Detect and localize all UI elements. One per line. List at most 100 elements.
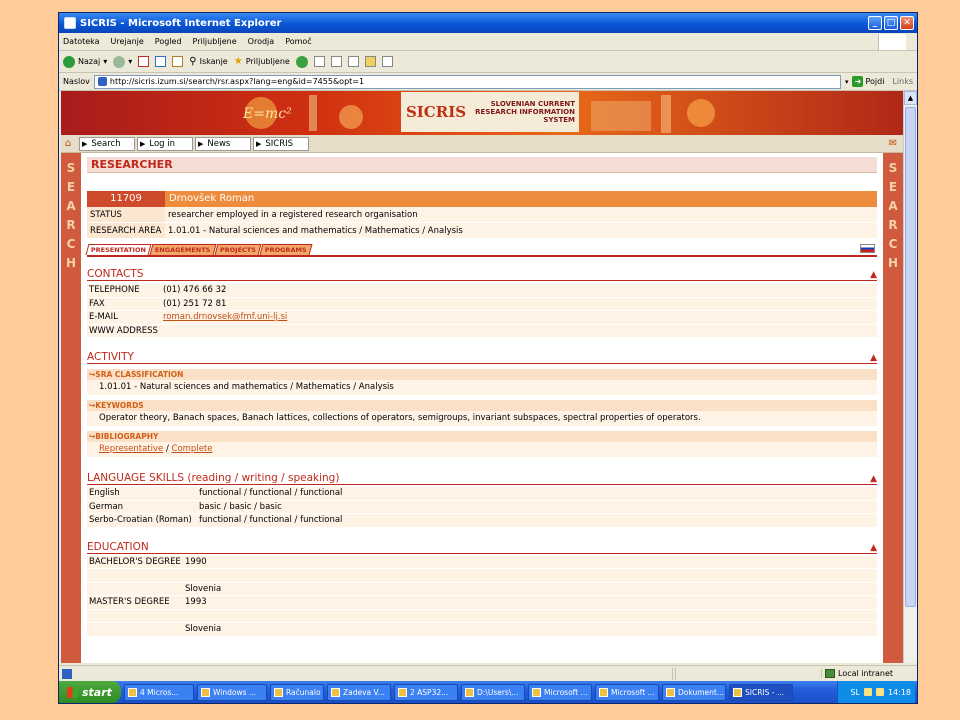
scroll-thumb[interactable]	[905, 107, 916, 607]
favorites-label: Priljubljene	[245, 57, 290, 66]
taskbar-item[interactable]: Dokument...	[662, 683, 726, 701]
messenger-icon[interactable]	[381, 56, 393, 67]
mail-icon[interactable]	[313, 56, 325, 67]
menu-view[interactable]: Pogled	[155, 37, 182, 46]
forward-button[interactable]: ▾	[113, 55, 132, 68]
degree-value: 1993	[185, 597, 207, 607]
taskbar-label: Microsoft ...	[544, 687, 588, 697]
app-icon	[331, 687, 340, 697]
app-icon	[201, 687, 210, 697]
menu-favorites[interactable]: Priljubljene	[193, 37, 237, 46]
menu-file[interactable]: Datoteka	[63, 37, 100, 46]
taskbar-item[interactable]: Zadeva V...	[327, 683, 391, 701]
start-button[interactable]: start	[59, 681, 121, 703]
menu-help[interactable]: Pomoč	[285, 37, 312, 46]
tab-presentation[interactable]: PRESENTATION	[85, 244, 152, 255]
tab-programs[interactable]: PROGRAMS	[259, 244, 312, 255]
menu-edit[interactable]: Urejanje	[111, 37, 144, 46]
start-label: start	[82, 685, 112, 699]
contact-key: WWW ADDRESS	[89, 325, 158, 336]
education-row: Slovenia	[87, 582, 877, 596]
menu-bar: Datoteka Urejanje Pogled Priljubljene Or…	[59, 33, 917, 51]
sidebar-letter: R	[888, 218, 898, 232]
app-icon	[666, 687, 675, 697]
forward-arrow-icon	[113, 55, 126, 68]
taskbar-item[interactable]: D:\Users\...	[461, 683, 525, 701]
print-icon[interactable]	[330, 56, 342, 67]
representative-link[interactable]: Representative	[99, 444, 163, 454]
language-name: German	[89, 501, 124, 512]
discuss-icon[interactable]	[364, 56, 376, 67]
windows-logo	[878, 33, 906, 50]
keywords-heading: ↪KEYWORDS	[87, 400, 877, 411]
page-done-icon	[62, 668, 72, 679]
search-sidebar-left[interactable]: S E A R C H	[61, 153, 81, 663]
sidebar-letter: H	[65, 256, 77, 270]
contact-key: E-MAIL	[89, 312, 118, 322]
science-collage-image: E=mc²	[242, 95, 363, 131]
taskbar-item[interactable]: 4 Micros...	[124, 683, 194, 701]
education-row	[87, 569, 877, 583]
up-arrow-icon[interactable]: ▲	[870, 541, 877, 555]
up-arrow-icon[interactable]: ▲	[870, 472, 877, 486]
history-icon[interactable]	[295, 55, 308, 68]
vertical-scrollbar[interactable]: ▲	[903, 91, 917, 663]
nav-sicris[interactable]: ▶ SICRIS	[253, 136, 309, 151]
taskbar-item-active[interactable]: SICRIS - ...	[729, 683, 793, 701]
activity-heading: ACTIVITY ▲	[87, 350, 877, 364]
star-icon: ★	[233, 56, 243, 67]
address-input[interactable]: http://sicris.izum.si/search/rsr.aspx?la…	[93, 74, 841, 89]
edit-icon[interactable]	[347, 56, 359, 67]
favorites-button[interactable]: ★ Priljubljene	[234, 56, 290, 67]
taskbar-item[interactable]: Računalo	[270, 683, 324, 701]
maximize-button[interactable]: □	[884, 16, 898, 30]
degree-value: Slovenia	[185, 583, 222, 594]
menu-tools[interactable]: Orodja	[248, 37, 275, 46]
tab-projects[interactable]: PROJECTS	[214, 244, 262, 255]
up-arrow-icon[interactable]: ▲	[870, 268, 877, 282]
minimize-button[interactable]: _	[868, 16, 882, 30]
email-link[interactable]: roman.drnovsek@fmf.uni-lj.si	[161, 311, 287, 324]
language-row: Serbo-Croatian (Roman) functional / funct…	[87, 514, 877, 528]
links-button[interactable]: Links	[892, 77, 913, 86]
taskbar-item[interactable]: Microsoft ...	[595, 683, 659, 701]
status-segment	[672, 667, 673, 680]
search-button[interactable]: ⚲ Iskanje	[189, 56, 227, 67]
nav-strip: ⌂ ▶ Search ▶ Log in ▶ News ▶ SICRIS ✉	[61, 135, 903, 153]
address-dropdown-icon[interactable]: ▾	[845, 78, 849, 86]
tab-engagements[interactable]: ENGAGEMENTS	[149, 244, 217, 255]
nav-search[interactable]: ▶ Search	[79, 136, 135, 151]
scroll-up-icon[interactable]: ▲	[904, 91, 917, 105]
address-url: http://sicris.izum.si/search/rsr.aspx?la…	[109, 77, 365, 86]
tray-icon[interactable]	[875, 688, 884, 696]
taskbar-item[interactable]: Windows ...	[197, 683, 267, 701]
taskbar-item[interactable]: Microsoft ...	[528, 683, 592, 701]
degree-label	[87, 610, 185, 623]
tab-label: PROJECTS	[219, 246, 256, 254]
nav-login[interactable]: ▶ Log in	[137, 136, 193, 151]
nav-news[interactable]: ▶ News	[195, 136, 251, 151]
go-button[interactable]: ➜ Pojdi	[852, 76, 884, 87]
stop-icon[interactable]	[138, 56, 150, 67]
home-icon[interactable]	[172, 56, 184, 67]
refresh-icon[interactable]	[155, 56, 167, 67]
language-level: basic / basic / basic	[199, 501, 282, 512]
tray-icon[interactable]	[863, 688, 872, 696]
sicris-logo: SICRIS SLOVENIAN CURRENT RESEARCH INFORM…	[401, 92, 579, 132]
close-button[interactable]: ✕	[900, 16, 914, 30]
up-arrow-icon[interactable]: ▲	[870, 351, 877, 365]
taskbar-item[interactable]: 2 ASP32...	[394, 683, 458, 701]
search-sidebar-right[interactable]: S E A R C H	[883, 153, 903, 663]
complete-link[interactable]: Complete	[172, 444, 213, 454]
contacts-title: CONTACTS	[87, 268, 144, 280]
envelope-icon[interactable]: ✉	[889, 138, 897, 149]
slovenian-flag-icon[interactable]	[860, 244, 875, 253]
language-table: English functional / functional / functio…	[87, 487, 877, 528]
home-icon[interactable]: ⌂	[65, 138, 77, 149]
language-indicator[interactable]: SL	[850, 688, 860, 697]
title-bar[interactable]: SICRIS - Microsoft Internet Explorer _ □…	[59, 13, 917, 33]
tab-label: PROGRAMS	[264, 246, 307, 254]
contact-value	[161, 325, 163, 338]
back-button[interactable]: Nazaj ▾	[63, 55, 107, 68]
page-icon	[97, 77, 107, 86]
